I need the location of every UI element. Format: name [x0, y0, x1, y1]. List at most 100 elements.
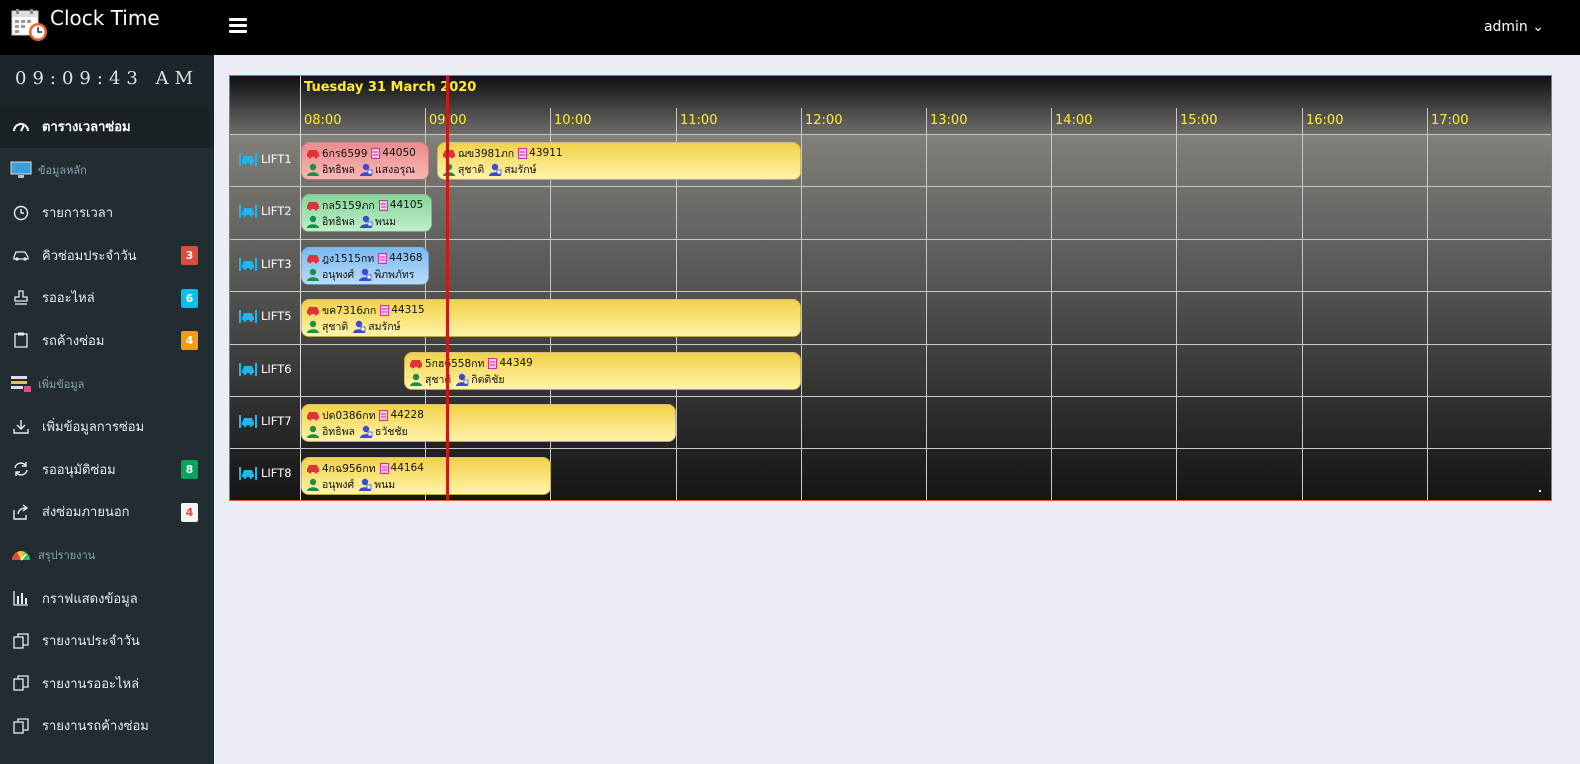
sidebar-item-label: รออนุมัติซ่อม: [42, 462, 116, 478]
sidebar-item-label: รายงานประจำวัน: [42, 634, 140, 650]
job-number: 44349: [499, 357, 533, 369]
grid-vline: [1051, 108, 1052, 500]
digital-clock: 09:09:43 AM: [0, 55, 214, 105]
grid-hline: [230, 291, 1551, 292]
sidebar-item-waiting-parts[interactable]: รออะไหล่ 6: [0, 277, 214, 320]
advisor-name: พนม: [374, 478, 396, 491]
advisor-icon: [359, 268, 372, 281]
technician-name: อิทธิพล: [322, 425, 355, 438]
hour-label: 10:00: [554, 113, 592, 128]
sidebar-item-schedule[interactable]: ตารางเวลาซ่อม: [0, 105, 214, 148]
technician-icon: [307, 320, 319, 333]
repair-job-card[interactable]: ฌข3981ภก 43911 สุชาติ สมรักษ์: [437, 142, 801, 180]
speedometer-icon: [10, 546, 32, 564]
grid-hline: [230, 186, 1551, 187]
car-lift-icon: [239, 363, 257, 376]
advisor-icon: [360, 163, 373, 176]
grid-hline: [230, 448, 1551, 449]
repair-job-card[interactable]: ขค7316ภก 44315 สุชาติ สมรักษ์: [301, 299, 801, 337]
stamp-icon: [12, 289, 30, 307]
plate-number: ฌข3981ภก: [458, 147, 515, 160]
sidebar-item-pending-cars[interactable]: รถค้างซ่อม 4: [0, 319, 214, 362]
sidebar-item-daily-queue[interactable]: คิวซ่อมประจำวัน 3: [0, 234, 214, 277]
lift-label: LIFT2: [238, 201, 302, 221]
advisor-icon: [359, 478, 372, 491]
document-icon: [371, 147, 381, 159]
repair-job-card[interactable]: 6กร6599 44050 อิทธิพล แสงอรุณ: [301, 142, 429, 180]
lift-label: LIFT1: [238, 149, 302, 169]
repair-job-card[interactable]: 4กฉ956กท 44164 อนุพงศ์ พนม: [301, 457, 551, 495]
document-icon: [378, 252, 388, 264]
board-date: Tuesday 31 March 2020: [304, 80, 477, 95]
hamburger-menu-icon[interactable]: [229, 18, 247, 34]
grid-vline: [1427, 108, 1428, 500]
download-icon: [12, 418, 30, 436]
technician-icon: [307, 163, 319, 176]
sidebar-header-add: เพิ่มข้อมูล: [0, 362, 214, 406]
car-icon: [307, 464, 319, 473]
technician-name: อนุพงศ์: [322, 268, 355, 281]
hour-label: 13:00: [930, 113, 968, 128]
clipboard-icon: [12, 331, 30, 349]
sidebar-item-label: ตารางเวลาซ่อม: [42, 119, 131, 135]
technician-icon: [307, 268, 319, 281]
badge-waiting-parts: 6: [181, 288, 198, 308]
document-icon: [379, 409, 389, 421]
job-number: 44315: [391, 304, 425, 316]
sidebar-item-label: รายงานรถค้างซ่อม: [42, 719, 149, 735]
document-icon: [518, 147, 528, 159]
chevron-down-icon: ⌄: [1532, 19, 1544, 35]
copy-icon: [12, 674, 30, 692]
document-icon: [378, 199, 388, 211]
technician-icon: [443, 163, 455, 176]
grid-hline: [230, 344, 1551, 345]
car-lift-icon: [239, 467, 257, 480]
repair-job-card[interactable]: ปด0386กท 44228 อิทธิพล ธวัชชัย: [301, 404, 676, 442]
job-number: 44164: [390, 462, 424, 474]
advisor-name: พนม: [375, 215, 397, 228]
technician-icon: [307, 215, 319, 228]
technician-name: อิทธิพล: [322, 215, 355, 228]
sidebar-item-label: รออะไหล่: [42, 291, 95, 307]
board-marker: [1539, 490, 1541, 492]
car-lift-icon: [239, 258, 257, 271]
sidebar-item-outsourced[interactable]: ส่งซ่อมภายนอก 4: [0, 491, 214, 534]
sidebar-item-parts-report[interactable]: รายงานรออะไหล่: [0, 662, 214, 705]
sidebar-item-add-repair[interactable]: เพิ่มข้อมูลการซ่อม: [0, 406, 214, 449]
plate-number: 6กร6599: [322, 147, 368, 160]
badge-daily-queue: 3: [181, 246, 198, 265]
sidebar-item-label: เพิ่มข้อมูลการซ่อม: [42, 420, 145, 436]
badge-pending-cars: 4: [181, 331, 198, 350]
sidebar-item-graph[interactable]: กราฟแสดงข้อมูล: [0, 577, 214, 620]
sidebar-item-time-list[interactable]: รายการเวลา: [0, 192, 214, 235]
advisor-name: พิภพภัทร: [374, 268, 415, 281]
brand[interactable]: Clock Time: [0, 0, 214, 55]
job-number: 44050: [382, 147, 416, 159]
sidebar-item-label: ส่งซ่อมภายนอก: [42, 505, 130, 521]
user-menu[interactable]: admin ⌄: [1484, 19, 1544, 35]
repair-job-card[interactable]: 5กฮ6558กท 44349 สุชาติ กิตติชัย: [404, 352, 801, 390]
hour-label: 14:00: [1055, 113, 1093, 128]
technician-name: สุชาติ: [458, 163, 485, 176]
lift-label: LIFT6: [238, 359, 302, 379]
job-number: 44105: [389, 199, 424, 211]
sidebar-item-label: รายการเวลา: [42, 206, 114, 222]
plate-number: 5กฮ6558กท: [425, 357, 485, 370]
advisor-name: สมรักษ์: [504, 163, 537, 176]
sidebar-item-label: รายงานรออะไหล่: [42, 676, 140, 692]
job-number: 44228: [390, 409, 424, 421]
sidebar-item-waiting-approval[interactable]: รออนุมัติซ่อม 8: [0, 448, 214, 491]
car-icon: [307, 411, 319, 420]
advisor-name: ธวัชชัย: [375, 425, 408, 438]
sidebar-item-pending-report[interactable]: รายงานรถค้างซ่อม: [0, 705, 214, 748]
car-icon: [12, 246, 30, 264]
plate-number: ขค7316ภก: [322, 304, 377, 317]
document-icon: [379, 462, 389, 474]
repair-job-card[interactable]: ฎง1515กท 44368 อนุพงศ์ พิภพภัทร: [301, 247, 429, 285]
sidebar-item-daily-report[interactable]: รายงานประจำวัน: [0, 620, 214, 663]
repair-job-card[interactable]: กล5159ภก 44105 อิทธิพล พนม: [301, 194, 432, 232]
technician-icon: [307, 425, 319, 438]
clock-icon: [12, 204, 30, 222]
technician-icon: [307, 478, 319, 491]
job-number: 44368: [389, 252, 423, 264]
